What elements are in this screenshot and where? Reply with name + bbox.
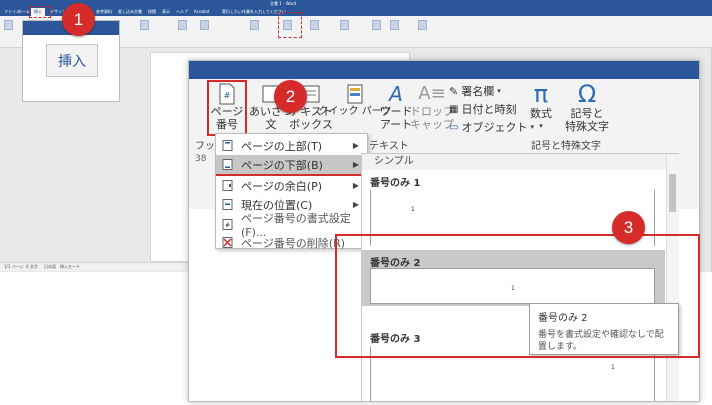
menu-item-bottom-of-page[interactable]: ページの下部(B) ▶: [216, 155, 367, 174]
object-button[interactable]: ▭ オブジェクト ▾: [449, 119, 534, 135]
dropcap-label: ドロップ キャップ: [410, 105, 454, 131]
bg-ribbon-button[interactable]: [200, 20, 209, 30]
omega-icon: Ω: [577, 80, 597, 108]
pi-icon: π: [533, 80, 549, 108]
svg-text:#: #: [225, 222, 230, 229]
bg-tab-mailings[interactable]: 差し込み文書: [118, 8, 142, 16]
step-badge-3: 3: [612, 211, 645, 244]
menu-item-format-page-numbers[interactable]: # ページ番号の書式設定(F)...: [216, 212, 367, 239]
bg-tab-review[interactable]: 校閲: [148, 8, 156, 16]
wordart-label: ワード アート: [379, 105, 413, 131]
page-number-highlight: [278, 12, 302, 38]
dropcap-button[interactable]: A≡ ドロップ キャップ: [410, 83, 454, 131]
signature-icon: ✎: [449, 84, 459, 98]
quickparts-button[interactable]: クイック パーツ: [319, 83, 392, 118]
bg-status-page: 1/1 ページ: [4, 264, 24, 269]
page-number-preview: 1: [611, 364, 615, 371]
page-number-menu: ページの上部(T) ▶ ページの下部(B) ▶ ページの余白(P) ▶ 現在の位…: [215, 133, 368, 250]
submenu-arrow-icon: ▶: [352, 181, 359, 190]
bg-ribbon-button[interactable]: [372, 20, 381, 30]
page-number-preview: 1: [411, 206, 415, 213]
page-bottom-icon: [222, 159, 233, 170]
gallery-scrollbar-thumb[interactable]: [669, 174, 676, 212]
bg-ribbon-button[interactable]: [178, 20, 187, 30]
page-top-icon: [222, 140, 233, 151]
menu-item-top-of-page[interactable]: ページの上部(T) ▶: [216, 136, 367, 155]
callout-ribbon-edge: [23, 78, 119, 90]
submenu-arrow-icon: ▶: [352, 200, 359, 209]
signature-line-label: 署名欄: [461, 85, 495, 98]
zoomed-tab-strip: [189, 61, 699, 79]
menu-item-label: ページの余白(P): [241, 179, 322, 193]
menu-item-label: ページ番号の削除(R): [241, 236, 346, 250]
format-page-number-icon: #: [222, 219, 233, 230]
bg-tab-view[interactable]: 表示: [162, 8, 170, 16]
bg-ribbon-button[interactable]: [390, 20, 399, 30]
gallery-item-label: 番号のみ 1: [370, 178, 421, 189]
object-icon: ▭: [449, 121, 459, 133]
bg-ribbon-button[interactable]: [310, 20, 319, 30]
bg-status-mode: 挿入モード: [60, 264, 80, 269]
background-title-bar: [0, 0, 712, 8]
menu-item-page-margins[interactable]: ページの余白(P) ▶: [216, 176, 367, 195]
page-number-button-highlight: [207, 80, 247, 136]
submenu-arrow-icon: ▶: [352, 160, 359, 169]
ruler-fragment: 38: [195, 154, 207, 164]
calendar-icon: ▦: [449, 103, 459, 115]
bg-tell-me[interactable]: 実行したい作業を入力してください: [222, 8, 286, 16]
symbol-button[interactable]: Ω 記号と 特殊文字: [559, 81, 615, 133]
menu-item-label: ページの下部(B): [241, 158, 323, 172]
bg-tab-help[interactable]: ヘルプ: [176, 8, 188, 16]
page-position-icon: [222, 199, 233, 210]
group-label-text: テキスト: [369, 141, 409, 152]
symbol-label: 記号と 特殊文字: [565, 107, 609, 133]
gallery-category-header: シンプル: [362, 154, 678, 170]
bg-tab-acrobat[interactable]: Acrobat: [194, 8, 209, 16]
step-badge-1: 1: [62, 3, 95, 36]
bg-ribbon-button[interactable]: [250, 20, 259, 30]
dropcap-icon: A≡: [418, 83, 446, 104]
date-time-label: 日付と時刻: [461, 103, 517, 116]
bg-tab-references[interactable]: 参考資料: [96, 8, 112, 16]
wordart-icon: A: [389, 82, 403, 106]
bg-status-words: 0 文字: [26, 264, 38, 269]
equation-label: 数式: [530, 107, 552, 120]
callout-insert-tab[interactable]: 挿入: [46, 44, 98, 77]
bg-status-language: 日本語: [44, 264, 56, 269]
chevron-down-icon: ▾: [539, 122, 543, 130]
page-margin-icon: [222, 180, 233, 191]
chevron-down-icon: ▾: [497, 87, 501, 95]
bg-ribbon-button[interactable]: [140, 20, 149, 30]
step-badge-2: 2: [274, 80, 307, 113]
submenu-arrow-icon: ▶: [352, 141, 359, 150]
insert-tab-highlight: [29, 6, 51, 18]
group-label-symbols: 記号と特殊文字: [531, 141, 601, 152]
bg-ribbon-button[interactable]: [340, 20, 349, 30]
date-time-button[interactable]: ▦ 日付と時刻: [449, 101, 516, 117]
remove-page-number-icon: [222, 237, 233, 248]
object-label: オブジェクト: [461, 121, 528, 134]
group-label-header-footer: フッ: [195, 141, 215, 152]
wordart-button[interactable]: A ワード アート: [379, 83, 413, 131]
signature-line-button[interactable]: ✎ 署名欄 ▾: [449, 83, 501, 99]
bg-ribbon-button[interactable]: [4, 20, 13, 30]
background-title: 文書 1 - Word: [270, 1, 297, 6]
bg-ribbon-button[interactable]: [418, 20, 427, 30]
selected-item-highlight: [335, 234, 700, 358]
equation-button[interactable]: π 数式 ▾: [527, 81, 555, 133]
menu-item-label: ページの上部(T): [241, 139, 323, 153]
quickparts-icon: [347, 84, 363, 104]
